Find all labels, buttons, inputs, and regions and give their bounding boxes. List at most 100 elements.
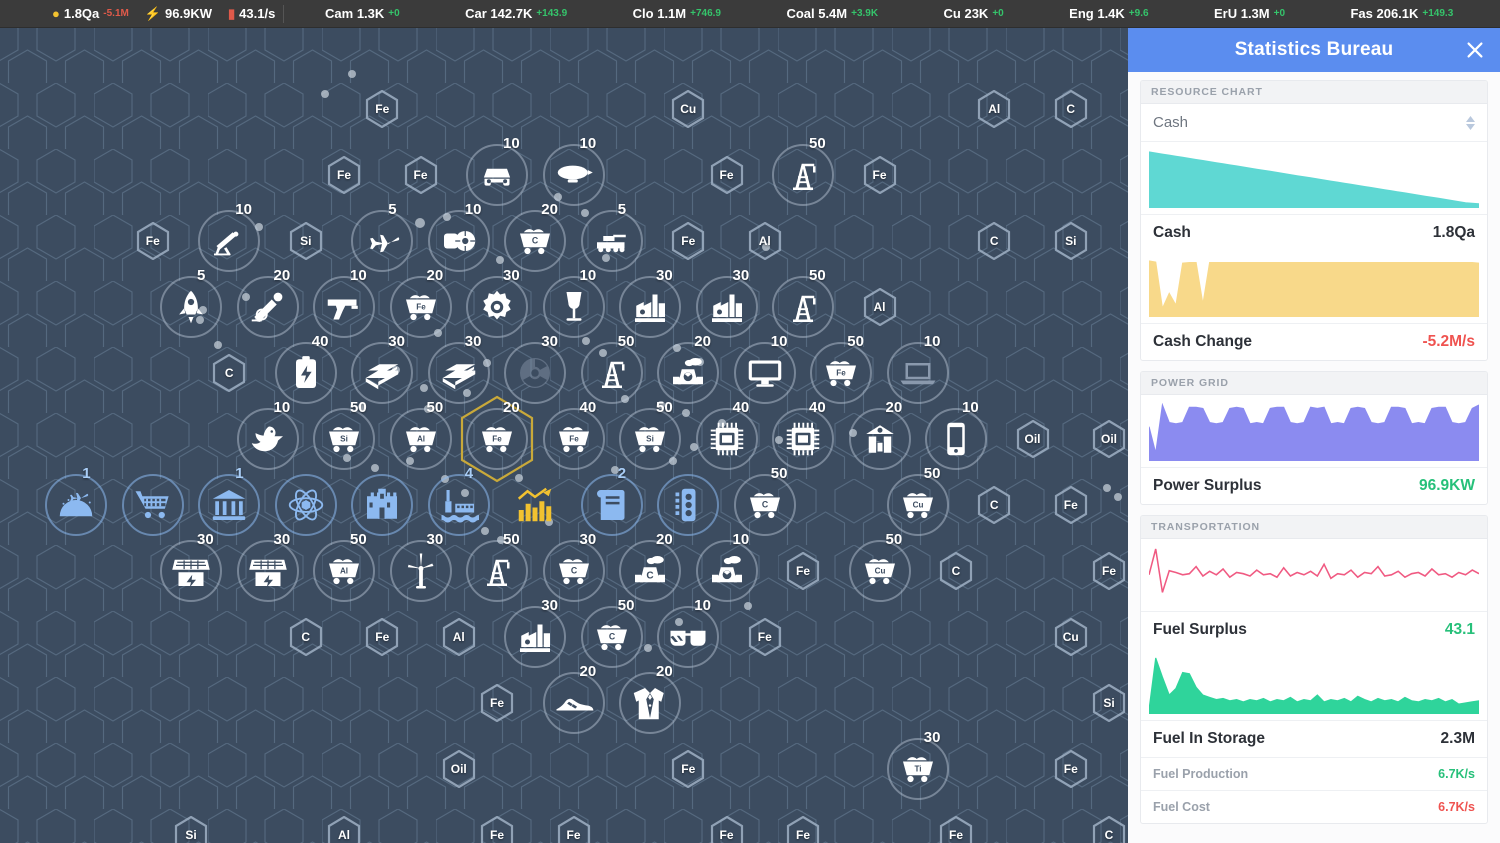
building-count: 10 (771, 333, 788, 350)
resource-label: Al (988, 102, 1000, 116)
building-solar-panel[interactable]: 30 (153, 527, 229, 615)
building-titanium-cart[interactable]: Ti30 (880, 725, 956, 813)
stat-value: 96.9KW (1419, 477, 1475, 495)
resource-hex-fe[interactable]: Fe (765, 791, 841, 843)
building-count: 10 (733, 531, 750, 548)
building-count: 30 (541, 333, 558, 350)
building-count: 10 (274, 399, 291, 416)
building-aluminium-cart[interactable]: Al50 (306, 527, 382, 615)
resource-marker: Fe (710, 156, 744, 194)
hex-map[interactable]: FeCuAlCFeFeFeFeFeSiFeAlCSiAlCAlOilOilCFe… (0, 28, 1128, 843)
building-wind-turbine[interactable]: 30 (383, 527, 459, 615)
stat-value: 1.8Qa (1433, 224, 1475, 242)
resource-label: C (990, 234, 999, 248)
resource-hex-al[interactable]: Al (306, 791, 382, 843)
resource-hex-fe[interactable]: Fe (842, 131, 918, 219)
resource-label: Al (338, 828, 350, 842)
building-rocket[interactable]: 5 (153, 263, 229, 351)
stat-row-power-surplus: Power Surplus96.9KW (1141, 468, 1487, 504)
topbar-resource-name: Cu 23K (944, 6, 989, 21)
resource-label: Si (185, 828, 196, 842)
resource-chart-selector[interactable]: Cash (1141, 104, 1487, 142)
building-count: 50 (809, 267, 826, 284)
jacket-icon (630, 683, 670, 723)
resource-hex-fe[interactable]: Fe (459, 791, 535, 843)
resource-marker: Fe (404, 156, 438, 194)
building-count: 5 (388, 201, 396, 218)
building-shoe[interactable]: 20 (536, 659, 612, 747)
resource-label: Fe (1064, 762, 1078, 776)
topbar-resource-delta: +143.9 (536, 8, 567, 19)
building-airport[interactable]: 1 (38, 461, 114, 549)
stat-label: Fuel Production (1153, 767, 1248, 781)
panel-title: Statistics Bureau (1235, 39, 1394, 61)
resource-marker: C (289, 618, 323, 656)
building-solar-panel[interactable]: 30 (230, 527, 306, 615)
svg-text:Fe: Fe (492, 435, 502, 444)
resource-label: Fe (1102, 564, 1116, 578)
laptop-icon (898, 353, 938, 393)
svg-text:C: C (609, 632, 616, 642)
resource-marker: Fe (671, 750, 705, 788)
resource-marker: Al (442, 618, 476, 656)
traffic-light-icon (668, 485, 708, 525)
aluminium-cart-icon: Al (324, 551, 364, 591)
topbar-resource-name: Eng 1.4K (1069, 6, 1125, 21)
nuclear-plant-icon (668, 353, 708, 393)
chart-cash_change (1141, 251, 1487, 324)
topbar-primary-value: 96.9KW (165, 6, 212, 21)
topbar-primary-value: 43.1/s (239, 6, 275, 21)
iron-cart-icon: Fe (821, 353, 861, 393)
resource-marker: Fe (365, 618, 399, 656)
solar-panel-icon (171, 551, 211, 591)
svg-text:Fe: Fe (569, 435, 579, 444)
svg-text:Si: Si (340, 435, 348, 444)
topbar-primary-group: ●1.8Qa-5.1M⚡96.9KW▮43.1/s (0, 6, 275, 21)
resource-hex-al[interactable]: Al (956, 65, 1032, 153)
topbar-primary-2: ▮ 43.1/s (228, 6, 275, 21)
harbour-icon (439, 485, 479, 525)
stat-label: Cash Change (1153, 333, 1252, 351)
resource-label: C (990, 498, 999, 512)
resource-marker: Fe (480, 684, 514, 722)
sparkline-cash_change (1149, 259, 1479, 317)
chevron-updown-icon[interactable] (1466, 116, 1475, 130)
resource-marker: C (939, 552, 973, 590)
resource-hex-fe[interactable]: Fe (689, 791, 765, 843)
resource-label: Fe (490, 828, 504, 842)
sparkline-fuel (1149, 656, 1479, 714)
resource-hex-c[interactable]: C (1071, 791, 1128, 843)
transport-dot (321, 90, 329, 98)
factory-icon (707, 287, 747, 327)
fuel-icon: ▮ (228, 7, 235, 20)
resource-label: Fe (681, 234, 695, 248)
resource-hex-c[interactable]: C (956, 197, 1032, 285)
building-count: 30 (197, 531, 214, 548)
resource-hex-fe[interactable]: Fe (536, 791, 612, 843)
svg-text:C: C (532, 236, 539, 246)
building-count: 50 (427, 399, 444, 416)
resource-label: Fe (719, 168, 733, 182)
resource-label: Si (1065, 234, 1076, 248)
topbar-resource-delta: +0 (1274, 8, 1285, 19)
resource-hex-si[interactable]: Si (153, 791, 229, 843)
stat-label: Cash (1153, 224, 1191, 242)
resource-marker: Fe (1054, 750, 1088, 788)
topbar-resource-eru: ErU 1.3M+0 (1214, 6, 1285, 21)
building-count: 10 (962, 399, 979, 416)
svg-text:C: C (570, 566, 577, 576)
resource-hex-si[interactable]: Si (1033, 197, 1109, 285)
rocket-launcher-icon (209, 221, 249, 261)
close-icon[interactable] (1464, 39, 1486, 61)
building-oil-derrick[interactable]: 50 (765, 131, 841, 219)
stat-row-fuel-in-storage: Fuel In Storage2.3M (1141, 721, 1487, 757)
building-jacket[interactable]: 20 (612, 659, 688, 747)
section-header: TRANSPORTATION (1141, 516, 1487, 539)
svg-text:Fe: Fe (416, 303, 426, 312)
building-count: 30 (541, 597, 558, 614)
building-count: 40 (580, 399, 597, 416)
resource-hex-c[interactable]: C (1033, 65, 1109, 153)
building-count: 1 (235, 465, 243, 482)
building-copper-cart[interactable]: Cu50 (842, 527, 918, 615)
resource-label: C (225, 366, 234, 380)
